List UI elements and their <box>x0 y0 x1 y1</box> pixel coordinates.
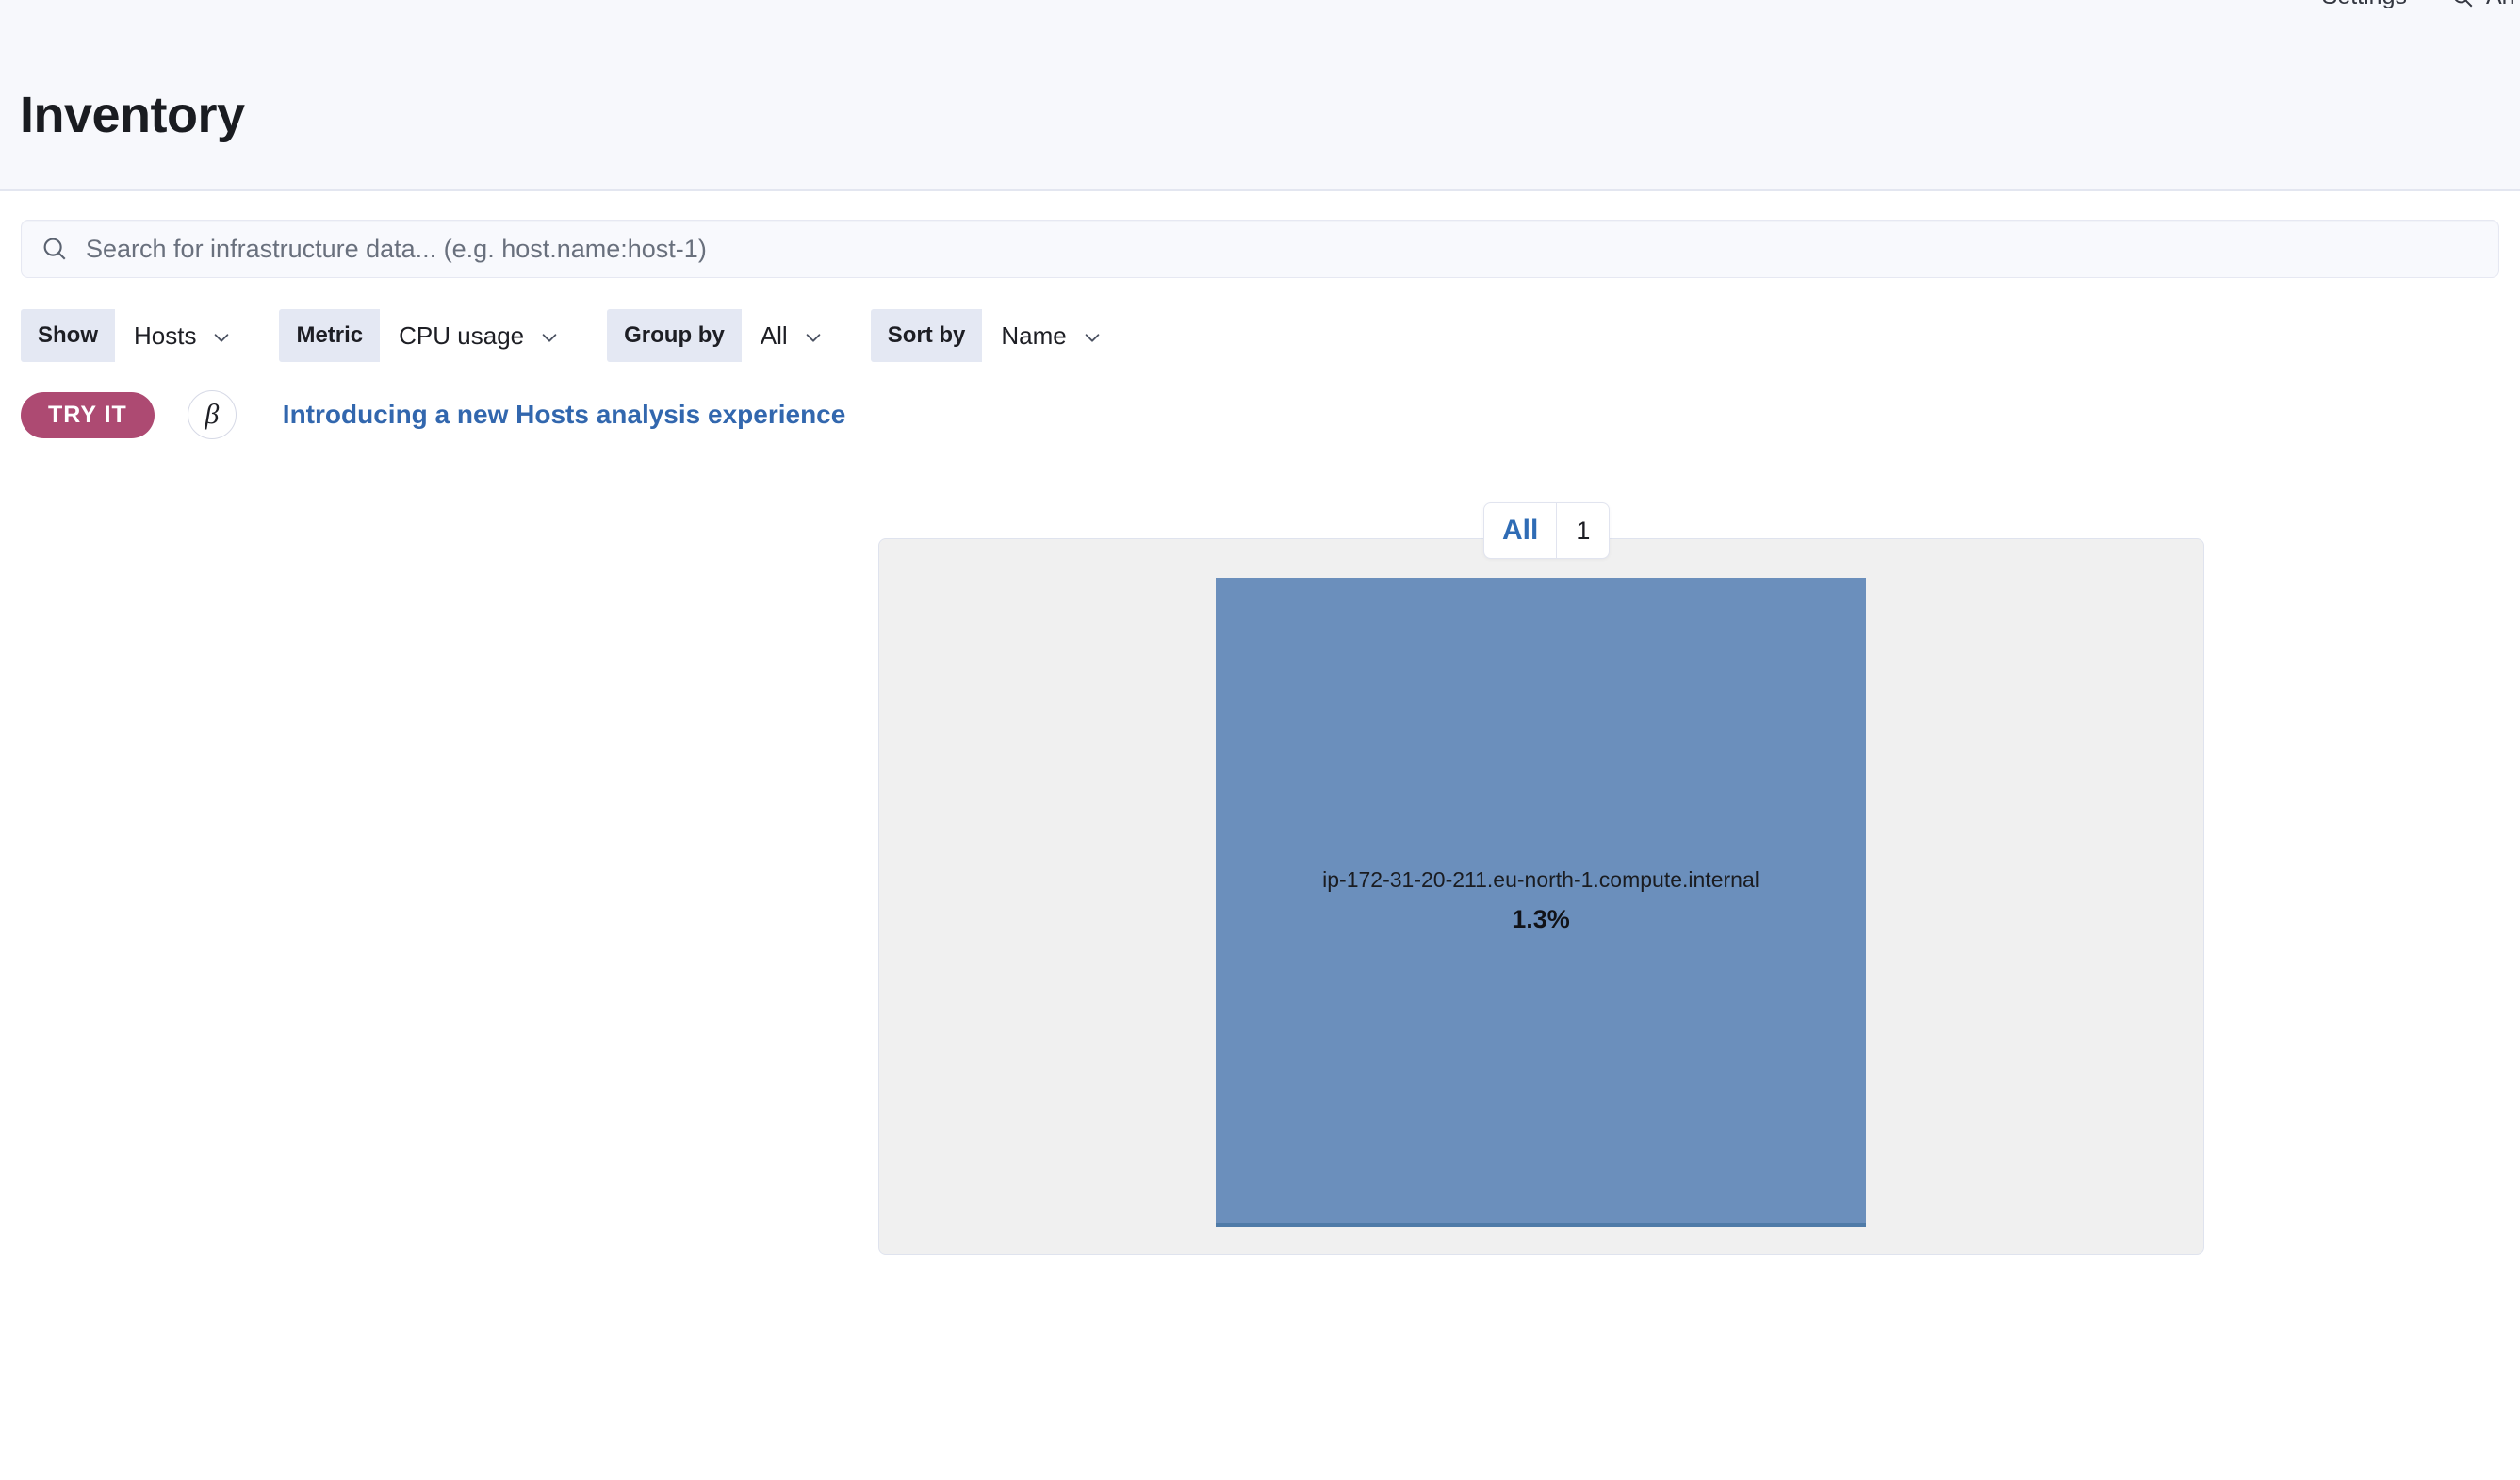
chevron-down-icon <box>539 325 560 346</box>
treemap-node-value: 1.3% <box>1512 905 1570 934</box>
treemap-group-tab-count: 1 <box>1556 503 1609 558</box>
control-metric-value[interactable]: CPU usage <box>380 309 577 362</box>
nav-item-settings[interactable]: Settings <box>2322 0 2407 10</box>
control-sort-by-label: Sort by <box>871 309 983 362</box>
control-show[interactable]: Show Hosts <box>21 309 249 362</box>
control-sort-by[interactable]: Sort by Name <box>871 309 1120 362</box>
control-metric[interactable]: Metric CPU usage <box>279 309 577 362</box>
control-group-by[interactable]: Group by All <box>607 309 841 362</box>
treemap-group-tab[interactable]: All 1 <box>1483 502 1610 559</box>
control-metric-value-text: CPU usage <box>399 321 524 351</box>
global-search[interactable]: An <box>2450 0 2520 10</box>
control-metric-label: Metric <box>279 309 380 362</box>
filter-band: Show Hosts Metric CPU usage Group by All <box>0 193 2520 439</box>
hosts-analysis-link[interactable]: Introducing a new Hosts analysis experie… <box>283 400 846 430</box>
try-it-button[interactable]: TRY IT <box>21 392 155 438</box>
chevron-down-icon <box>1082 325 1103 346</box>
search-box[interactable] <box>21 220 2499 278</box>
chevron-down-icon <box>803 325 824 346</box>
beta-badge-icon: β <box>188 390 237 439</box>
treemap-panel: ip-172-31-20-211.eu-north-1.compute.inte… <box>878 538 2204 1255</box>
treemap-node-name: ip-172-31-20-211.eu-north-1.compute.inte… <box>1322 867 1759 893</box>
control-show-value-text: Hosts <box>134 321 196 351</box>
treemap-region: All 1 ip-172-31-20-211.eu-north-1.comput… <box>878 538 2204 1255</box>
control-show-label: Show <box>21 309 115 362</box>
page-title: Inventory <box>20 86 245 144</box>
treemap-group-tab-label[interactable]: All <box>1484 503 1556 558</box>
page-header: Inventory <box>0 41 2520 191</box>
controls-row: Show Hosts Metric CPU usage Group by All <box>0 278 2520 362</box>
search-input[interactable] <box>86 221 2479 277</box>
treemap-node[interactable]: ip-172-31-20-211.eu-north-1.compute.inte… <box>1216 578 1866 1227</box>
control-group-by-value[interactable]: All <box>742 309 841 362</box>
search-row <box>0 193 2520 278</box>
control-show-value[interactable]: Hosts <box>115 309 249 362</box>
global-nav-items: Settings An <box>2322 0 2520 10</box>
control-group-by-label: Group by <box>607 309 742 362</box>
global-nav-bar: Settings An <box>0 0 2520 41</box>
control-group-by-value-text: All <box>761 321 788 351</box>
nav-item-truncated[interactable]: An <box>2486 0 2520 10</box>
control-sort-by-value-text: Name <box>1001 321 1066 351</box>
search-icon <box>41 235 69 263</box>
chevron-down-icon <box>211 325 232 346</box>
search-icon <box>2450 0 2475 9</box>
beta-callout: TRY IT β Introducing a new Hosts analysi… <box>0 362 2520 439</box>
control-sort-by-value[interactable]: Name <box>982 309 1119 362</box>
